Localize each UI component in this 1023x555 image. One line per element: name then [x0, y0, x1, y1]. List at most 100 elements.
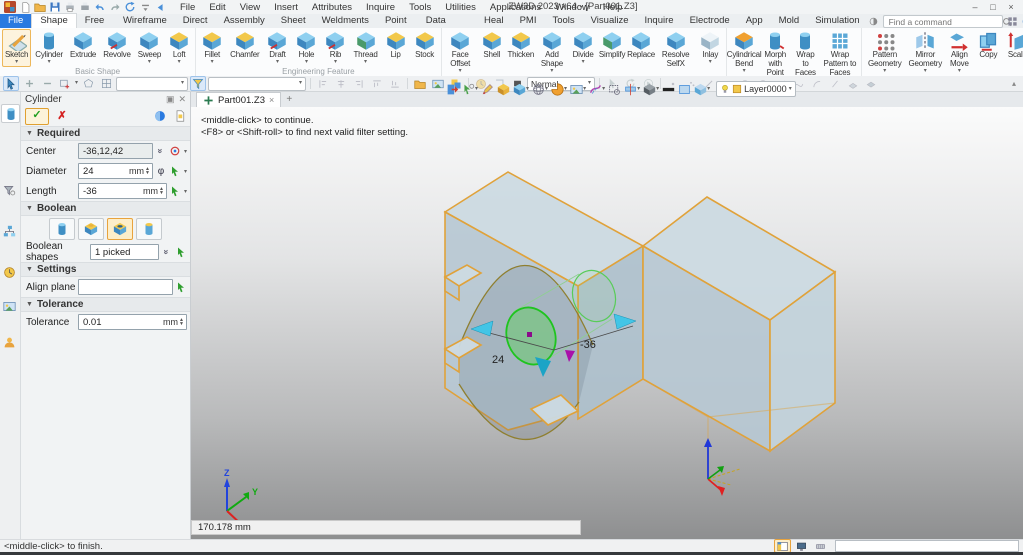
- sketch-pencil-icon[interactable]: [481, 83, 494, 96]
- length-value[interactable]: [81, 184, 143, 198]
- ribbon-tab-app[interactable]: App: [738, 14, 771, 28]
- dropdown-caret-icon[interactable]: ▾: [48, 59, 51, 65]
- ribbon-tab-simulation[interactable]: Simulation: [807, 14, 867, 28]
- ribbon-button-inlay[interactable]: Inlay ▾: [696, 29, 724, 67]
- expand-chevron-icon[interactable]: »: [156, 148, 166, 153]
- pick-green-icon[interactable]: [169, 184, 181, 198]
- boolean-add-icon[interactable]: [78, 218, 104, 240]
- menu-file[interactable]: File: [174, 2, 201, 13]
- ribbon-tab-shape[interactable]: Shape: [31, 13, 77, 28]
- dropdown-caret-icon[interactable]: ▾: [75, 80, 78, 86]
- point-picker-icon[interactable]: [169, 144, 181, 158]
- image-icon[interactable]: [430, 76, 446, 91]
- dropdown-caret-icon[interactable]: ▾: [211, 59, 214, 65]
- quickbar-combo[interactable]: ▾: [116, 76, 189, 91]
- ribbon-button-add-shape[interactable]: Add Shape ▾: [536, 29, 568, 76]
- dropdown-caret-icon[interactable]: ▾: [305, 59, 308, 65]
- manager-toggle-icon[interactable]: [774, 539, 791, 553]
- section-required[interactable]: ▼ Required: [21, 126, 190, 141]
- plane-blue-icon[interactable]: [678, 83, 691, 96]
- ribbon-button-loft[interactable]: Loft ▾: [165, 29, 193, 67]
- ribbon-button-revolve[interactable]: Revolve: [100, 29, 134, 62]
- ribbon-tab-sheet-metal[interactable]: Sheet Metal: [273, 14, 314, 38]
- diameter-input[interactable]: mm ▲▼: [78, 163, 153, 179]
- phi-icon[interactable]: φ: [155, 164, 167, 178]
- menu-attributes[interactable]: Attributes: [306, 2, 358, 13]
- redo-icon[interactable]: [109, 1, 121, 13]
- pick-green-icon[interactable]: [175, 245, 187, 259]
- boolean-shapes-value[interactable]: [93, 245, 156, 259]
- ribbon-tab-weldments[interactable]: Weldments: [314, 14, 377, 28]
- info-icon[interactable]: [154, 110, 166, 122]
- boolean-shapes-input[interactable]: [90, 244, 159, 260]
- dropdown-caret-icon[interactable]: ▾: [743, 68, 746, 74]
- dropdown-caret-icon[interactable]: ▾: [550, 68, 553, 74]
- 3d-scene[interactable]: 24 -36 Z Y: [191, 107, 1023, 539]
- menu-tools[interactable]: Tools: [403, 2, 437, 13]
- document-tab[interactable]: Part001.Z3 ×: [196, 92, 282, 107]
- ribbon-button-shell[interactable]: Shell: [478, 29, 506, 62]
- diameter-value[interactable]: [81, 164, 129, 178]
- close-button[interactable]: ×: [1003, 2, 1019, 13]
- ribbon-button-thread[interactable]: Thread ▾: [350, 29, 380, 67]
- display-toggle-icon[interactable]: [793, 539, 810, 553]
- wireframe-sphere-icon[interactable]: [532, 83, 545, 96]
- tolerance-value[interactable]: [81, 315, 163, 329]
- zoom-window-icon[interactable]: [608, 83, 621, 96]
- open-file-icon[interactable]: [34, 1, 46, 13]
- save-icon[interactable]: [49, 1, 61, 13]
- ribbon-button-draft[interactable]: Draft ▾: [263, 29, 291, 67]
- customize-icon[interactable]: [139, 1, 151, 13]
- ribbon-button-hole[interactable]: Hole ▾: [292, 29, 320, 67]
- dropdown-caret-icon[interactable]: ▾: [526, 86, 529, 92]
- dropdown-caret-icon[interactable]: ▾: [15, 59, 18, 65]
- pick-caret-icon[interactable]: ▾: [184, 188, 187, 195]
- ribbon-tab-electrode[interactable]: Electrode: [682, 14, 738, 28]
- ribbon-tab-assembly[interactable]: Assembly: [216, 14, 273, 28]
- dropdown-caret-icon[interactable]: ▾: [364, 59, 367, 65]
- ribbon-button-rib[interactable]: Rib ▾: [321, 29, 349, 67]
- ribbon-button-replace[interactable]: Replace: [627, 29, 655, 62]
- ribbon-button-sweep[interactable]: Sweep ▾: [135, 29, 164, 67]
- polygon-pick-icon[interactable]: [80, 76, 96, 91]
- minimize-button[interactable]: –: [967, 2, 983, 13]
- background-image-icon[interactable]: [570, 83, 583, 96]
- pick-target-icon[interactable]: [462, 83, 475, 96]
- dropdown-caret-icon[interactable]: ▾: [178, 59, 181, 65]
- entity-filter-icon[interactable]: [190, 76, 207, 91]
- boolean-base-icon[interactable]: [49, 218, 75, 240]
- find-command-input[interactable]: [886, 15, 1002, 28]
- ribbon-tab-mold[interactable]: Mold: [771, 14, 808, 28]
- dropdown-caret-icon[interactable]: ▾: [602, 86, 605, 92]
- folder-icon[interactable]: [412, 76, 428, 91]
- remove-pick-icon[interactable]: [39, 76, 55, 91]
- ribbon-button-stock[interactable]: Stock: [411, 29, 439, 62]
- menu-view[interactable]: View: [234, 2, 266, 13]
- menu-insert[interactable]: Insert: [268, 2, 304, 13]
- status-input[interactable]: [835, 540, 1019, 552]
- ribbon-button-chamfer[interactable]: Chamfer: [227, 29, 262, 62]
- pick-caret-icon[interactable]: ▾: [184, 168, 187, 175]
- center-value[interactable]: [81, 144, 150, 158]
- pin-icon[interactable]: ▣: [166, 94, 175, 105]
- ribbon-tab-visualize[interactable]: Visualize: [583, 14, 637, 28]
- theme-icon[interactable]: [868, 16, 879, 27]
- silhouette-icon[interactable]: [662, 83, 675, 96]
- options-doc-icon[interactable]: [174, 110, 186, 122]
- center-input[interactable]: [78, 143, 153, 159]
- role-icon[interactable]: [1, 334, 18, 351]
- cancel-button[interactable]: ✗: [53, 109, 71, 124]
- dropdown-caret-icon[interactable]: ▾: [924, 68, 927, 74]
- expand-chevron-icon[interactable]: »: [162, 249, 172, 254]
- ribbon-tab-data-exchange[interactable]: Data Exchange: [418, 14, 476, 38]
- ribbon-button-fillet[interactable]: Fillet ▾: [198, 29, 226, 67]
- section-tolerance[interactable]: ▼ Tolerance: [21, 297, 190, 312]
- dropdown-caret-icon[interactable]: ▾: [334, 59, 337, 65]
- section-boolean[interactable]: ▼ Boolean: [21, 201, 190, 216]
- model-part[interactable]: [443, 171, 837, 479]
- dropdown-caret-icon[interactable]: ▾: [883, 68, 886, 74]
- ribbon-button-pattern-geometry[interactable]: Pattern Geometry ▾: [864, 29, 905, 76]
- ribbon-button-divide[interactable]: Divide ▾: [569, 29, 597, 67]
- section-pie-icon[interactable]: [551, 82, 564, 96]
- exit-icon[interactable]: [446, 83, 459, 96]
